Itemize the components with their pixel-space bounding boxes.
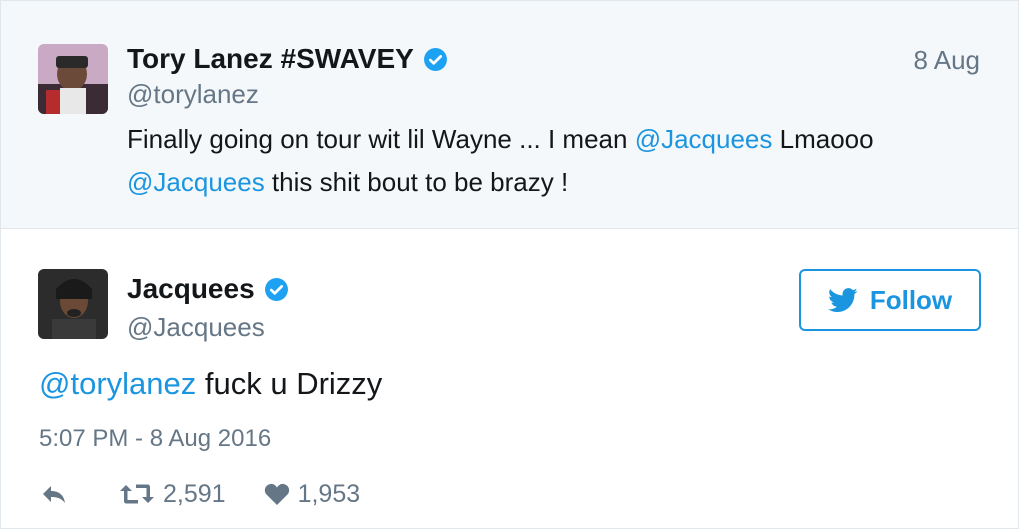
- mention-link[interactable]: @torylanez: [39, 366, 196, 401]
- tweet-embed: Tory Lanez #SWAVEY @torylanez 8 Aug Fina…: [0, 0, 1019, 529]
- tweet-actions: 2,591 1,953: [41, 477, 398, 511]
- reply-button[interactable]: [41, 483, 75, 505]
- like-button[interactable]: 1,953: [264, 479, 361, 509]
- follow-button[interactable]: Follow: [799, 269, 981, 331]
- parent-tweet-text: Finally going on tour wit lil Wayne ... …: [127, 118, 987, 204]
- main-display-name[interactable]: Jacquees: [127, 273, 255, 305]
- parent-tweet[interactable]: Tory Lanez #SWAVEY @torylanez 8 Aug Fina…: [1, 1, 1018, 229]
- main-handle[interactable]: @Jacquees: [127, 312, 265, 343]
- retweet-icon: [120, 484, 154, 504]
- verified-badge-icon: [264, 277, 288, 301]
- parent-handle[interactable]: @torylanez: [127, 79, 259, 110]
- main-avatar[interactable]: [38, 269, 108, 339]
- verified-badge-icon: [423, 47, 447, 71]
- parent-text-part: Finally going on tour wit lil Wayne ... …: [127, 124, 635, 154]
- parent-timestamp[interactable]: 8 Aug: [913, 45, 980, 76]
- parent-name-row: Tory Lanez #SWAVEY: [127, 43, 448, 75]
- follow-label: Follow: [869, 284, 953, 315]
- parent-text-part: Lmaooo: [772, 124, 874, 154]
- retweet-button[interactable]: 2,591: [119, 480, 226, 509]
- mention-link[interactable]: @Jacquees: [127, 167, 265, 197]
- twitter-bird-icon: [827, 287, 858, 312]
- retweet-count: 2,591: [163, 479, 226, 508]
- heart-icon: [264, 483, 289, 505]
- reply-icon: [43, 486, 65, 503]
- parent-text-part: this shit bout to be brazy !: [264, 167, 569, 197]
- like-count: 1,953: [297, 479, 361, 508]
- main-text-part: fuck u Drizzy: [196, 366, 383, 401]
- main-tweet-text: @torylanez fuck u Drizzy: [39, 366, 382, 402]
- parent-avatar[interactable]: [38, 44, 108, 114]
- mention-link[interactable]: @Jacquees: [635, 124, 773, 154]
- parent-display-name[interactable]: Tory Lanez #SWAVEY: [127, 43, 414, 75]
- main-name-row: Jacquees: [127, 273, 289, 305]
- tweet-timestamp[interactable]: 5:07 PM - 8 Aug 2016: [39, 425, 271, 453]
